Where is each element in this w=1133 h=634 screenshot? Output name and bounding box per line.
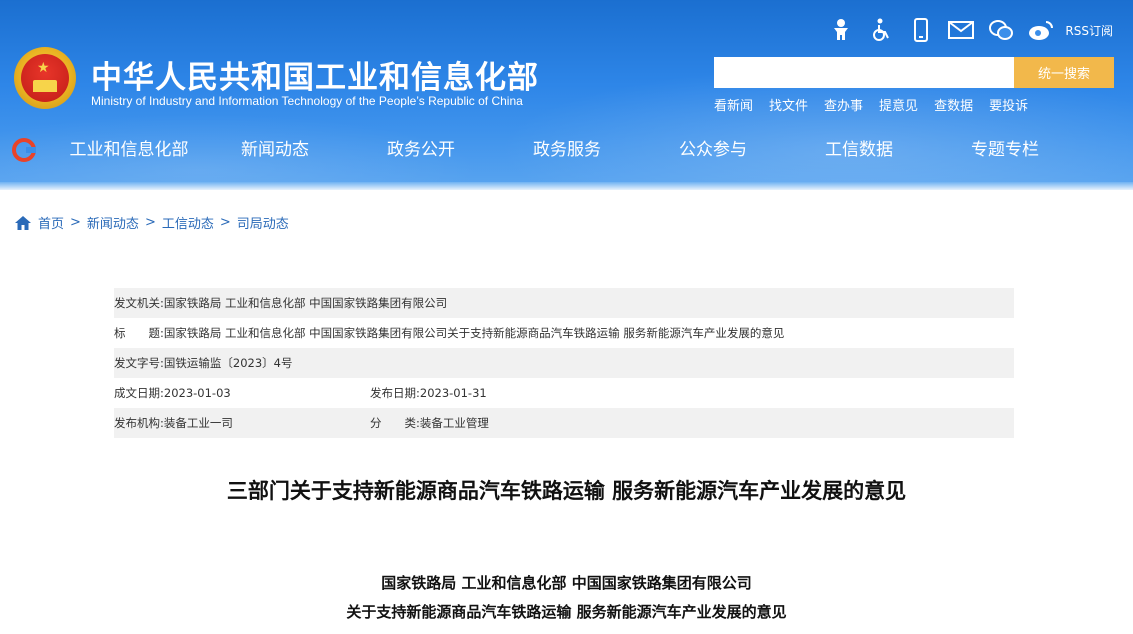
issuer-label: 发文机关: [114,296,164,310]
quick-link-complaints[interactable]: 要投诉 [989,95,1028,114]
quick-link-data[interactable]: 查数据 [934,95,973,114]
quick-links: 看新闻 找文件 查办事 提意见 查数据 要投诉 [714,95,1044,114]
quick-link-feedback[interactable]: 提意见 [879,95,918,114]
breadcrumb-separator: > [219,215,231,230]
agency-label: 发布机构: [114,416,164,430]
breadcrumb-separator: > [144,215,156,230]
category-cell: 分 类: 装备工业管理 [370,415,489,431]
header-divider [0,182,1133,190]
national-emblem-logo[interactable] [14,47,76,109]
title-value: 国家铁路局 工业和信息化部 中国国家铁路集团有限公司关于支持新能源商品汽车铁路运… [163,326,785,340]
breadcrumb: 首页 > 新闻动态 > 工信动态 > 司局动态 [14,213,289,232]
meta-row-issuer: 发文机关: 国家铁路局 工业和信息化部 中国国家铁路集团有限公司 [114,288,1014,318]
document-number-label: 发文字号: [114,356,164,370]
nav-item-ministry[interactable]: 工业和信息化部 [56,136,202,166]
created-date-cell: 成文日期: 2023-01-03 [114,385,231,401]
wechat-icon[interactable] [981,16,1021,44]
breadcrumb-separator: > [70,215,81,230]
top-utility-bar: RSS订阅 [821,16,1113,44]
category-value: 装备工业管理 [419,416,489,430]
quick-link-news[interactable]: 看新闻 [714,95,753,114]
article-title: 三部门关于支持新能源商品汽车铁路运输 服务新能源汽车产业发展的意见 [226,479,907,503]
title-label: 标 题: [114,326,164,340]
mobile-icon[interactable] [901,16,941,44]
nav-item-special-topics[interactable]: 专题专栏 [932,136,1078,166]
article-issuers: 国家铁路局 工业和信息化部 中国国家铁路集团有限公司 [381,574,752,592]
document-metadata-table: 发文机关: 国家铁路局 工业和信息化部 中国国家铁路集团有限公司 标 题: 国家… [114,288,1014,438]
breadcrumb-news[interactable]: 新闻动态 [87,213,139,232]
quick-link-documents[interactable]: 找文件 [769,95,808,114]
wheelchair-icon[interactable] [861,16,901,44]
created-date-value: 2023-01-03 [163,386,231,400]
created-date-label: 成文日期: [114,386,164,400]
search-button[interactable]: 统一搜索 [1014,57,1114,88]
accessibility-icon[interactable] [821,16,861,44]
nav-item-government-services[interactable]: 政务服务 [494,136,640,166]
breadcrumb-industry-news[interactable]: 工信动态 [162,213,214,232]
meta-row-title: 标 题: 国家铁路局 工业和信息化部 中国国家铁路集团有限公司关于支持新能源商品… [114,318,1014,348]
meta-row-agency: 发布机构: 装备工业一司 分 类: 装备工业管理 [114,408,1014,438]
search-input[interactable] [714,57,1014,88]
published-date-label: 发布日期: [370,386,420,400]
meta-row-document-number: 发文字号: 国铁运输监〔2023〕4号 [114,348,1014,378]
meta-row-dates: 成文日期: 2023-01-03 发布日期: 2023-01-31 [114,378,1014,408]
nav-item-data[interactable]: 工信数据 [786,136,932,166]
article-subtitle: 关于支持新能源商品汽车铁路运输 服务新能源汽车产业发展的意见 [346,603,787,621]
weibo-icon[interactable] [1021,16,1061,44]
site-header: 中华人民共和国工业和信息化部 Ministry of Industry and … [0,0,1133,190]
published-date-value: 2023-01-31 [419,386,487,400]
category-label: 分 类: [370,416,420,430]
rss-subscribe-link[interactable]: RSS订阅 [1065,22,1113,39]
document-number-value: 国铁运输监〔2023〕4号 [163,356,293,370]
main-navigation: 工业和信息化部 新闻动态 政务公开 政务服务 公众参与 工信数据 专题专栏 [56,136,1133,166]
agency-value: 装备工业一司 [163,416,233,430]
nav-item-news[interactable]: 新闻动态 [202,136,348,166]
mail-icon[interactable] [941,16,981,44]
site-title[interactable]: 中华人民共和国工业和信息化部 [91,52,539,97]
issuer-value: 国家铁路局 工业和信息化部 中国国家铁路集团有限公司 [163,296,448,310]
published-date-cell: 发布日期: 2023-01-31 [370,385,487,401]
home-icon[interactable] [14,215,32,231]
breadcrumb-department-news[interactable]: 司局动态 [237,213,289,232]
breadcrumb-home[interactable]: 首页 [38,213,64,232]
nav-item-public-participation[interactable]: 公众参与 [640,136,786,166]
quick-link-services[interactable]: 查办事 [824,95,863,114]
agency-cell: 发布机构: 装备工业一司 [114,415,233,431]
site-title-english: Ministry of Industry and Information Tec… [91,94,523,108]
nav-item-government-affairs[interactable]: 政务公开 [348,136,494,166]
ministry-logo-icon [12,138,36,162]
